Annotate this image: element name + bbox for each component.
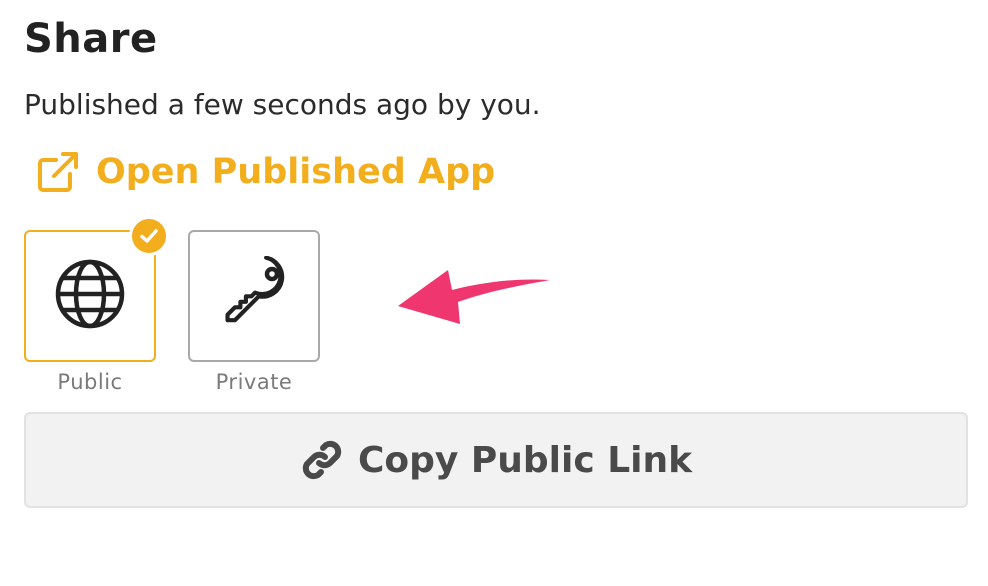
visibility-label-private: Private [215, 370, 293, 394]
open-published-app-label: Open Published App [96, 152, 496, 192]
key-icon [216, 255, 292, 336]
open-published-app-link[interactable]: Open Published App [36, 148, 495, 196]
link-icon [300, 438, 344, 482]
annotation-arrow [398, 270, 550, 324]
visibility-option-public[interactable] [24, 216, 169, 362]
selected-check-icon [129, 216, 169, 256]
copy-public-link-label: Copy Public Link [357, 439, 693, 481]
publish-status: Published a few seconds ago by you. [24, 88, 541, 121]
external-link-icon [36, 150, 80, 194]
visibility-option-private[interactable] [188, 230, 320, 362]
page-title: Share [24, 16, 158, 62]
copy-public-link-button[interactable]: Copy Public Link [24, 412, 968, 508]
visibility-label-public: Public [57, 370, 123, 394]
globe-icon [54, 258, 126, 334]
